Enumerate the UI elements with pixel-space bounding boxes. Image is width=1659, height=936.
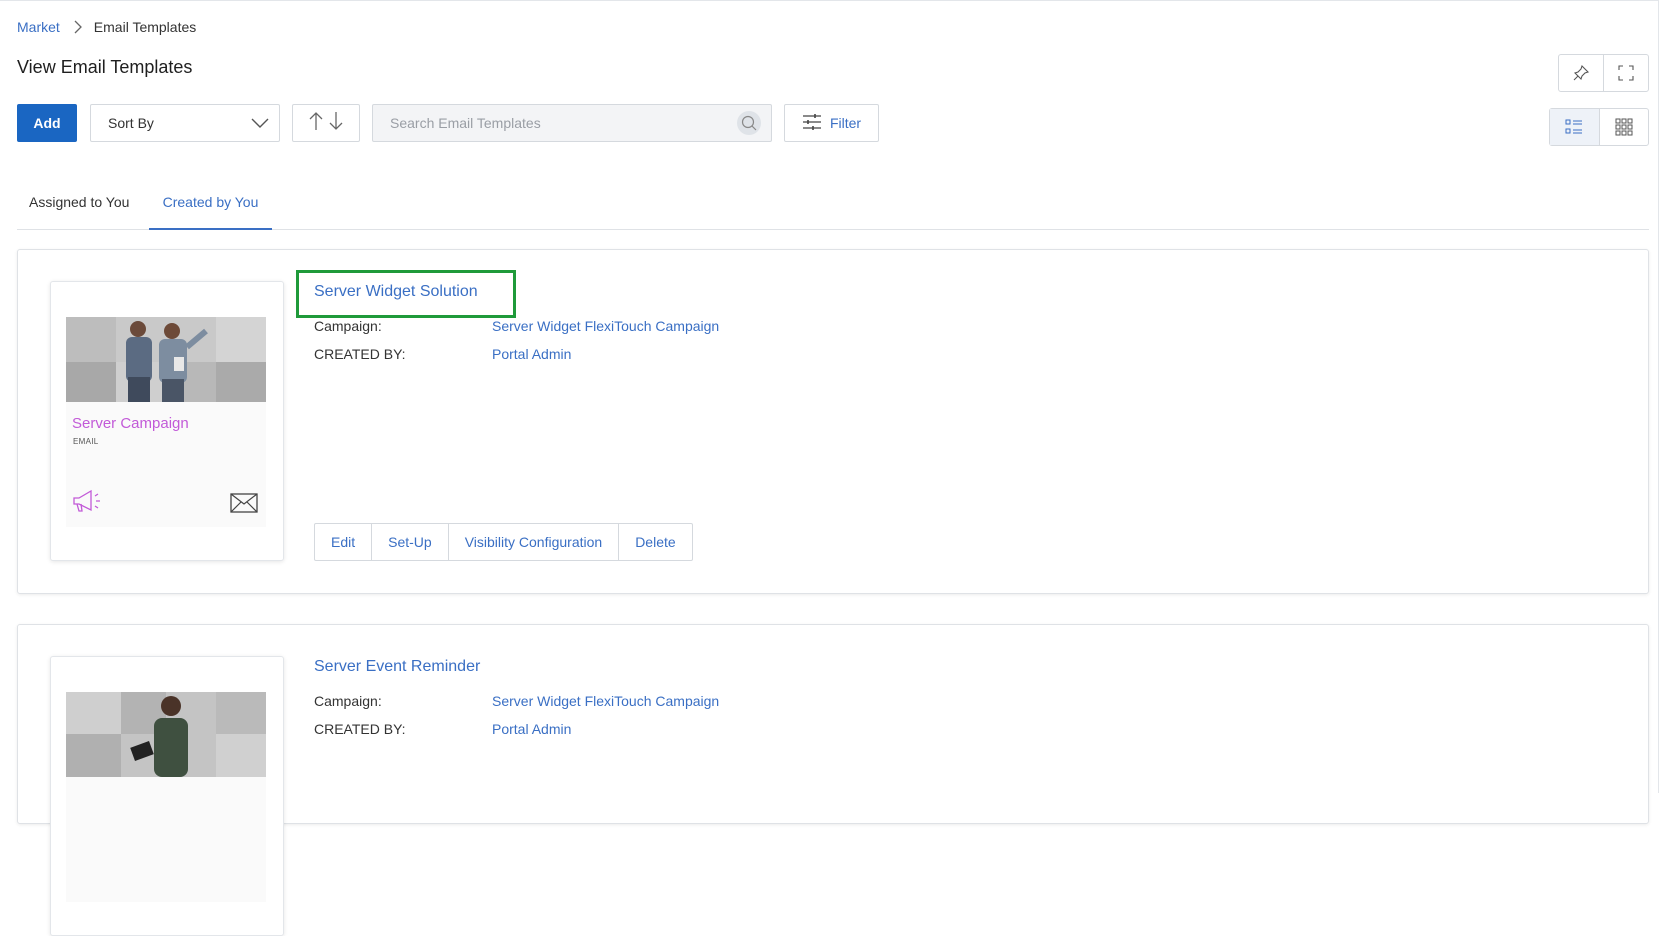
- created-by-value-link[interactable]: Portal Admin: [492, 346, 571, 362]
- template-title[interactable]: Server Widget Solution: [314, 283, 478, 301]
- template-card: Server Event Reminder Campaign: Server W…: [17, 624, 1649, 936]
- thumbnail-photo: [66, 317, 266, 402]
- breadcrumb-current: Email Templates: [93, 19, 197, 35]
- page-actions: [1558, 54, 1649, 92]
- grid-view-icon[interactable]: [1598, 109, 1649, 145]
- created-by-label: CREATED BY:: [314, 346, 406, 362]
- top-border: [0, 0, 1659, 1]
- megaphone-icon: [72, 489, 104, 518]
- delete-button[interactable]: Delete: [618, 524, 691, 560]
- tab-created-by-you[interactable]: Created by You: [149, 178, 272, 230]
- sort-direction-button[interactable]: [292, 104, 360, 142]
- thumbnail-photo: [66, 692, 266, 777]
- thumbnail-preview: Server Campaign EMAIL: [66, 317, 266, 527]
- tab-bar: Assigned to You Created by You: [17, 178, 1649, 230]
- campaign-value-link[interactable]: Server Widget FlexiTouch Campaign: [492, 318, 719, 334]
- pin-icon[interactable]: [1559, 55, 1603, 91]
- created-by-value-link[interactable]: Portal Admin: [492, 721, 571, 737]
- template-thumbnail[interactable]: [50, 656, 284, 936]
- fullscreen-icon[interactable]: [1603, 55, 1648, 91]
- filter-button[interactable]: Filter: [784, 104, 879, 142]
- sort-by-dropdown[interactable]: Sort By: [90, 104, 280, 142]
- view-toggle: [1549, 108, 1649, 146]
- search-box: [372, 104, 772, 142]
- edit-button[interactable]: Edit: [315, 524, 371, 560]
- breadcrumb: Market Email Templates: [17, 19, 196, 35]
- campaign-label: Campaign:: [314, 693, 382, 709]
- sort-by-label: Sort By: [108, 115, 154, 131]
- visibility-configuration-button[interactable]: Visibility Configuration: [447, 524, 618, 560]
- chevron-right-icon: [74, 20, 82, 34]
- set-up-button[interactable]: Set-Up: [371, 524, 448, 560]
- search-input[interactable]: [390, 115, 737, 131]
- card-actions: Edit Set-Up Visibility Configuration Del…: [314, 523, 693, 561]
- page-title: View Email Templates: [17, 57, 193, 77]
- sort-up-icon: [308, 111, 324, 136]
- campaign-label: Campaign:: [314, 318, 382, 334]
- filter-label: Filter: [829, 115, 862, 131]
- campaign-value-link[interactable]: Server Widget FlexiTouch Campaign: [492, 693, 719, 709]
- template-thumbnail[interactable]: Server Campaign EMAIL: [50, 281, 284, 561]
- template-card: Server Campaign EMAIL Server Widget Solu…: [17, 249, 1649, 594]
- sort-down-icon: [328, 111, 344, 136]
- thumbnail-type: EMAIL: [73, 437, 99, 446]
- filter-sliders-icon: [802, 113, 822, 134]
- thumbnail-title: Server Campaign: [72, 415, 189, 432]
- template-title[interactable]: Server Event Reminder: [314, 658, 480, 676]
- created-by-label: CREATED BY:: [314, 721, 406, 737]
- breadcrumb-market-link[interactable]: Market: [17, 19, 60, 35]
- envelope-icon: [230, 493, 258, 518]
- add-button[interactable]: Add: [17, 104, 77, 142]
- search-icon[interactable]: [737, 111, 761, 135]
- tab-assigned-to-you[interactable]: Assigned to You: [29, 178, 129, 230]
- chevron-down-icon: [251, 115, 269, 131]
- list-view-icon[interactable]: [1550, 109, 1599, 145]
- thumbnail-preview: [66, 692, 266, 902]
